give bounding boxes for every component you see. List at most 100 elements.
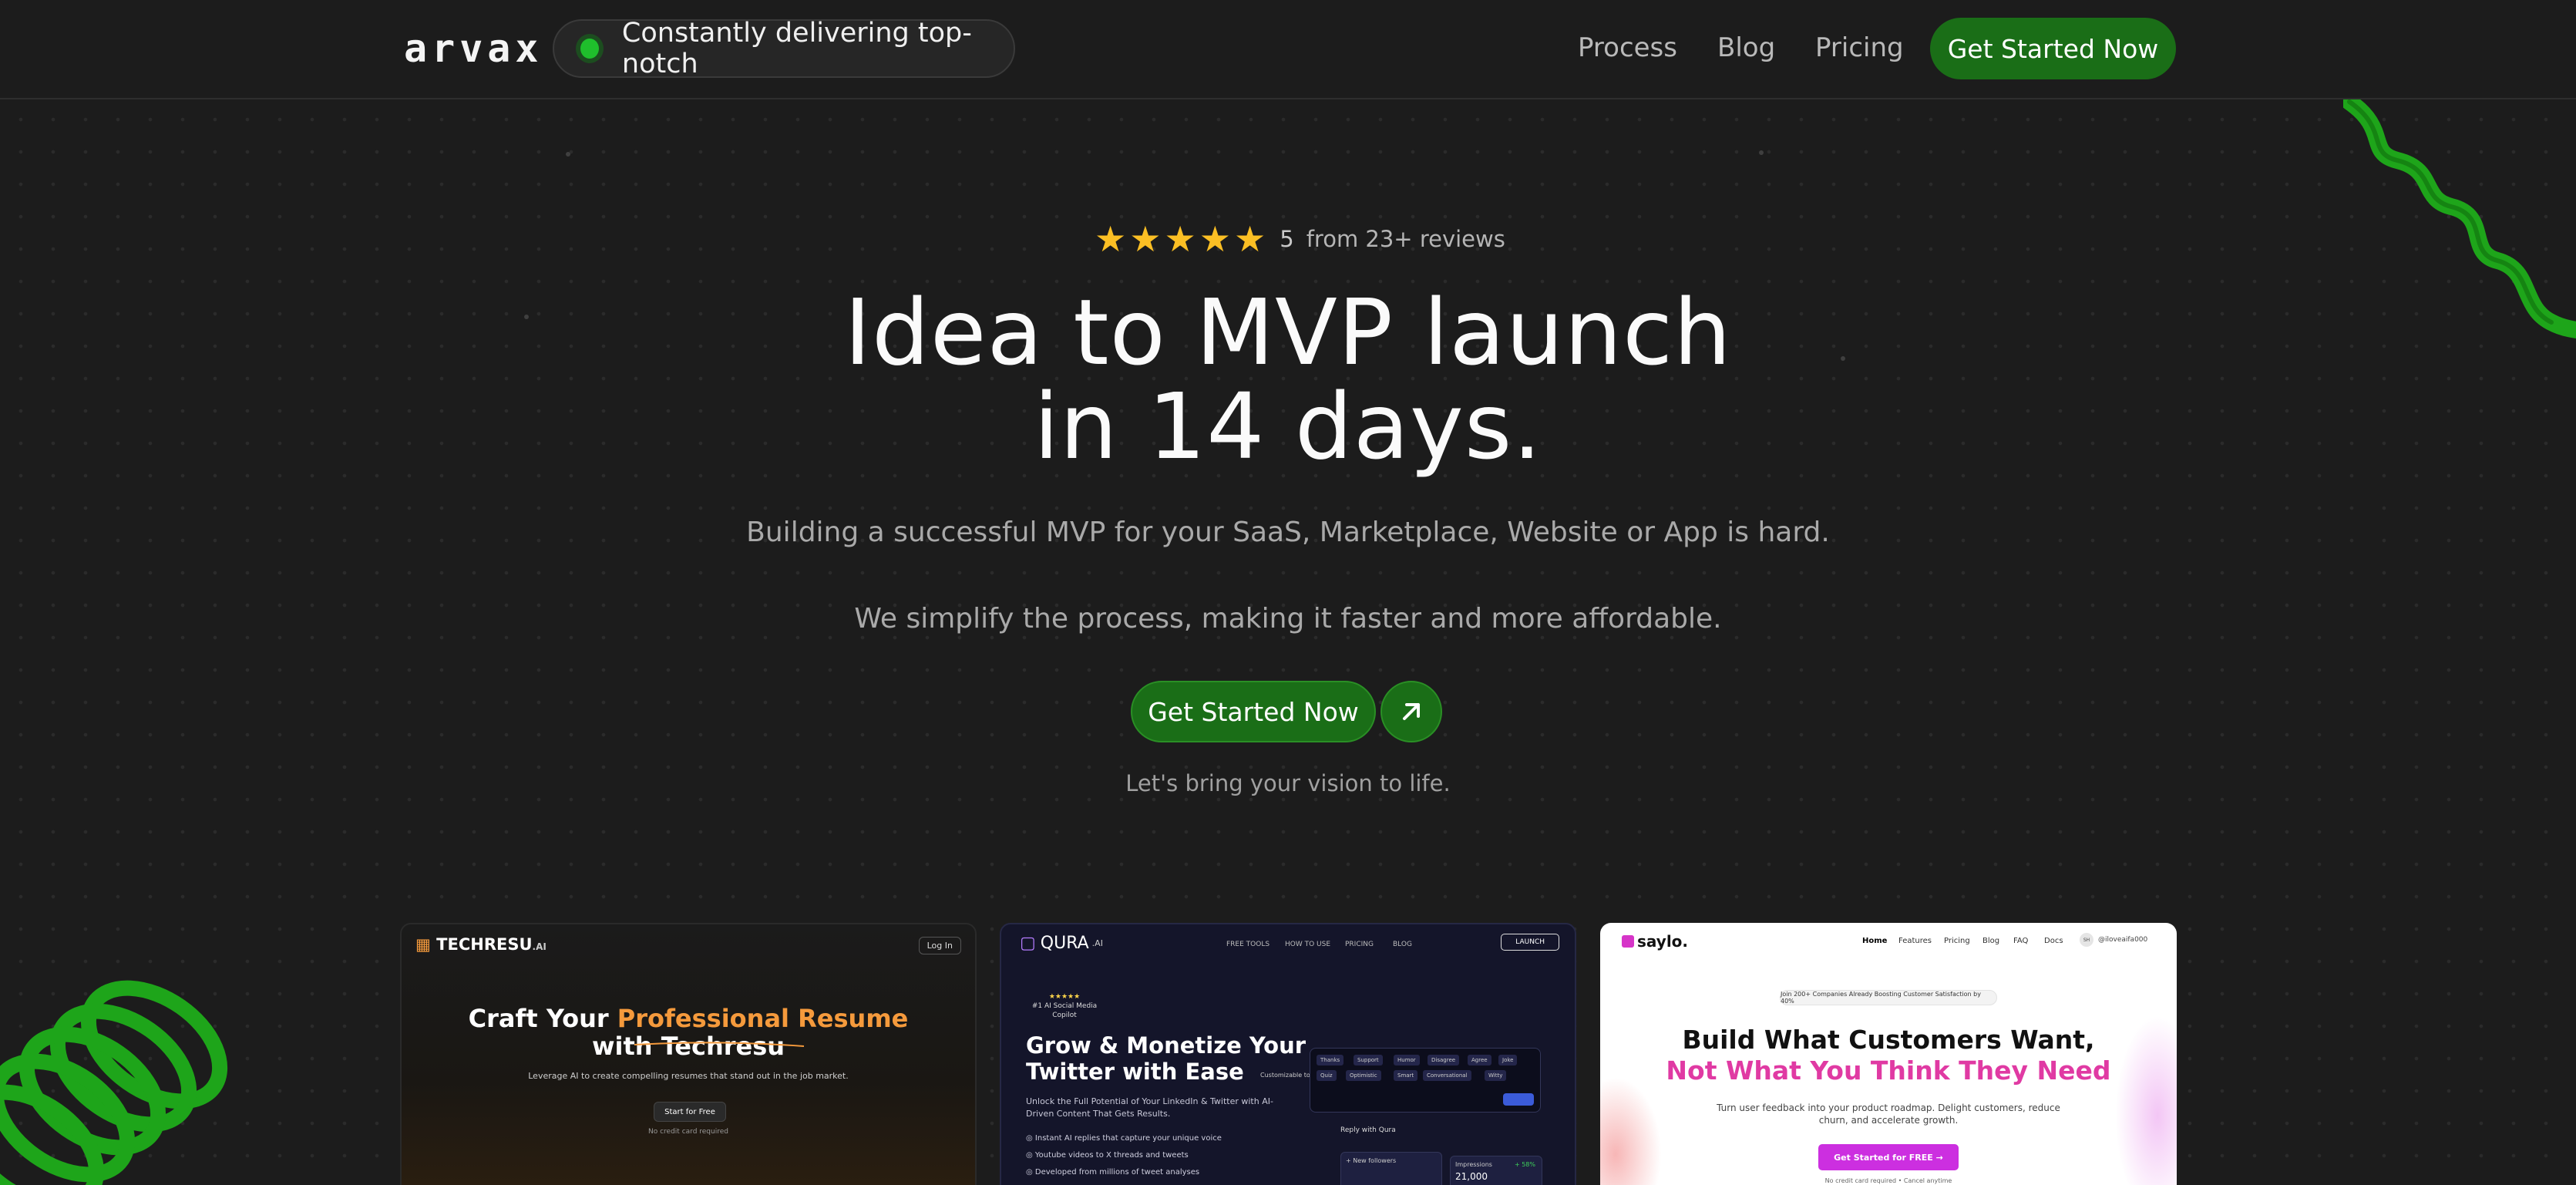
portfolio-card-techresu[interactable]: ▦ TECHRESU.AI Log In Craft Your Professi… [400,923,977,1185]
qura-logo: ▢ QURA .AI [1020,934,1103,953]
techresu-logo: ▦ TECHRESU.AI [415,935,546,954]
qura-chip: Smart [1394,1070,1418,1081]
hero-title-line1: Idea to MVP launch [844,279,1732,385]
qura-nav-item: PRICING [1345,941,1374,948]
green-spring-decoration [0,980,228,1185]
rating: ★ ★ ★ ★ ★ 5 from 23+ reviews [1095,221,1505,258]
techresu-logo-text: TECHRESU [436,935,533,954]
hero-subtitle: Building a successful MVP for your SaaS,… [746,517,1830,548]
green-status-dot-icon [580,39,599,59]
portfolio-card-saylo[interactable]: saylo. Home Features Pricing Blog FAQ Do… [1600,923,2177,1185]
techresu-logo-icon: ▦ [415,935,431,954]
qura-chip: Witty [1485,1070,1507,1081]
qura-logo-suffix: .AI [1091,938,1103,948]
techresu-description: Leverage AI to create compelling resumes… [528,1071,849,1081]
saylo-social-proof-pill: Join 200+ Companies Already Boosting Cus… [1780,990,1997,1005]
background-dot [1759,150,1764,155]
status-text: Constantly delivering top-notch [621,18,972,79]
qura-impressions-delta: + 58% [1514,1161,1535,1168]
saylo-logo-icon [1622,935,1634,948]
qura-headline-line2: Twitter with Ease [1026,1059,1244,1085]
nav-link-process[interactable]: Process [1578,32,1677,63]
star-icon: ★ [1234,218,1266,260]
saylo-logo-text: saylo. [1637,932,1689,951]
hero-subtitle-secondary: We simplify the process, making it faste… [854,603,1722,635]
saylo-description: Turn user feedback into your product roa… [1600,1102,2177,1126]
hero-title: Idea to MVP launch in 14 days. [0,285,2576,473]
nav-link-blog[interactable]: Blog [1717,32,1775,63]
rating-text: from 23+ reviews [1306,226,1505,252]
qura-badge: ★★★★★ #1 AI Social Media Copilot [1026,992,1103,1020]
arrow-up-right-icon[interactable] [1380,681,1442,742]
qura-launch-button: LAUNCH [1501,934,1559,951]
portfolio-card-qura[interactable]: ▢ QURA .AI FREE TOOLS HOW TO USE PRICING … [1000,923,1576,1185]
hero-title-line2: in 14 days. [1034,373,1542,480]
star-icon: ★ [1095,218,1127,260]
saylo-nav-item: Pricing [1944,937,1970,945]
nav-get-started-button[interactable]: Get Started Now [1930,18,2176,79]
qura-feature: ◎ Youtube videos to X threads and tweets [1026,1151,1189,1160]
qura-description: Unlock the Full Potential of Your Linked… [1026,1096,1273,1119]
qura-chip: Quiz [1317,1070,1337,1081]
qura-chip: Optimistic [1346,1070,1381,1081]
saylo-get-started-button: Get Started for FREE → [1818,1144,1959,1170]
saylo-nav-item: Blog [1982,937,2000,945]
saylo-headline-line2: Not What You Think They Need [1666,1055,2111,1086]
saylo-nav-item: Docs [2044,937,2063,945]
saylo-nav-item: Home [1862,937,1888,945]
techresu-headline: Craft Your Professional Resume with Tech… [402,1005,975,1060]
techresu-headline-highlight: Professional Resume [617,1004,909,1033]
glow-decoration [1600,1077,1662,1185]
saylo-nav-item: Features [1898,937,1932,945]
background-dot [566,152,570,157]
hero-get-started-button[interactable]: Get Started Now [1131,681,1376,742]
qura-chip: Agree [1468,1055,1491,1065]
hero-cta[interactable]: Get Started Now [1131,680,1442,743]
qura-chip: Thanks [1317,1055,1344,1065]
saylo-user: SH @iloveaifa000 [2080,933,2147,947]
qura-nav-item: BLOG [1393,941,1412,948]
qura-feature: ◎ Developed from millions of tweet analy… [1026,1168,1200,1177]
qura-impressions-value: 21,000 [1455,1171,1488,1182]
star-icon: ★ [1129,218,1162,260]
underline-decoration [634,1042,805,1047]
qura-reply-button [1503,1093,1534,1106]
techresu-start-button: Start for Free [654,1102,726,1122]
qura-feature-text: Youtube videos to X threads and tweets [1034,1151,1189,1160]
qura-feature: ◎ Instant AI replies that capture your u… [1026,1134,1222,1143]
saylo-description-text: Turn user feedback into your product roa… [1717,1103,2060,1126]
qura-chip: Disagree [1428,1055,1460,1065]
qura-chip: Conversational [1423,1070,1471,1081]
techresu-headline-pre: Craft Your [468,1004,617,1033]
qura-feature-text: Developed from millions of tweet analyse… [1034,1168,1200,1177]
qura-headline-line1: Grow & Monetize Your [1026,1032,1306,1059]
qura-logo-text: QURA [1040,934,1089,953]
techresu-note: No credit card required [648,1128,728,1136]
top-navbar: arvax Constantly delivering top-notch Pr… [0,0,2576,99]
qura-chip: Support [1354,1055,1383,1065]
qura-badge-stars: ★★★★★ [1048,993,1081,1001]
rating-score: 5 [1280,226,1294,252]
saylo-headline-line1: Build What Customers Want, [1682,1025,2095,1055]
qura-logo-icon: ▢ [1020,934,1036,953]
saylo-nav-item: FAQ [2013,937,2029,945]
qura-chip: Joke [1498,1055,1518,1065]
qura-chip: Humor [1394,1055,1420,1065]
qura-feature-text: Instant AI replies that capture your uni… [1034,1134,1222,1143]
techresu-login-button: Log In [918,937,961,954]
qura-followers-card: + New followers [1340,1152,1442,1185]
qura-impressions-card: Impressions 21,000 + 58% [1450,1156,1542,1185]
qura-nav-item: FREE TOOLS [1226,941,1270,948]
saylo-username: @iloveaifa000 [2098,936,2148,944]
saylo-note: No credit card required • Cancel anytime [1824,1177,1952,1184]
star-icon: ★ [1164,218,1196,260]
saylo-logo: saylo. [1622,932,1688,951]
logo[interactable]: arvax [404,26,543,71]
techresu-logo-suffix: .AI [532,941,546,952]
status-pill: Constantly delivering top-notch [553,18,1015,79]
qura-reply-label: Reply with Qura [1340,1126,1396,1134]
star-icon: ★ [1199,218,1231,260]
avatar: SH [2080,933,2093,947]
nav-link-pricing[interactable]: Pricing [1815,32,1904,63]
qura-badge-text: #1 AI Social Media Copilot [1031,1002,1098,1019]
